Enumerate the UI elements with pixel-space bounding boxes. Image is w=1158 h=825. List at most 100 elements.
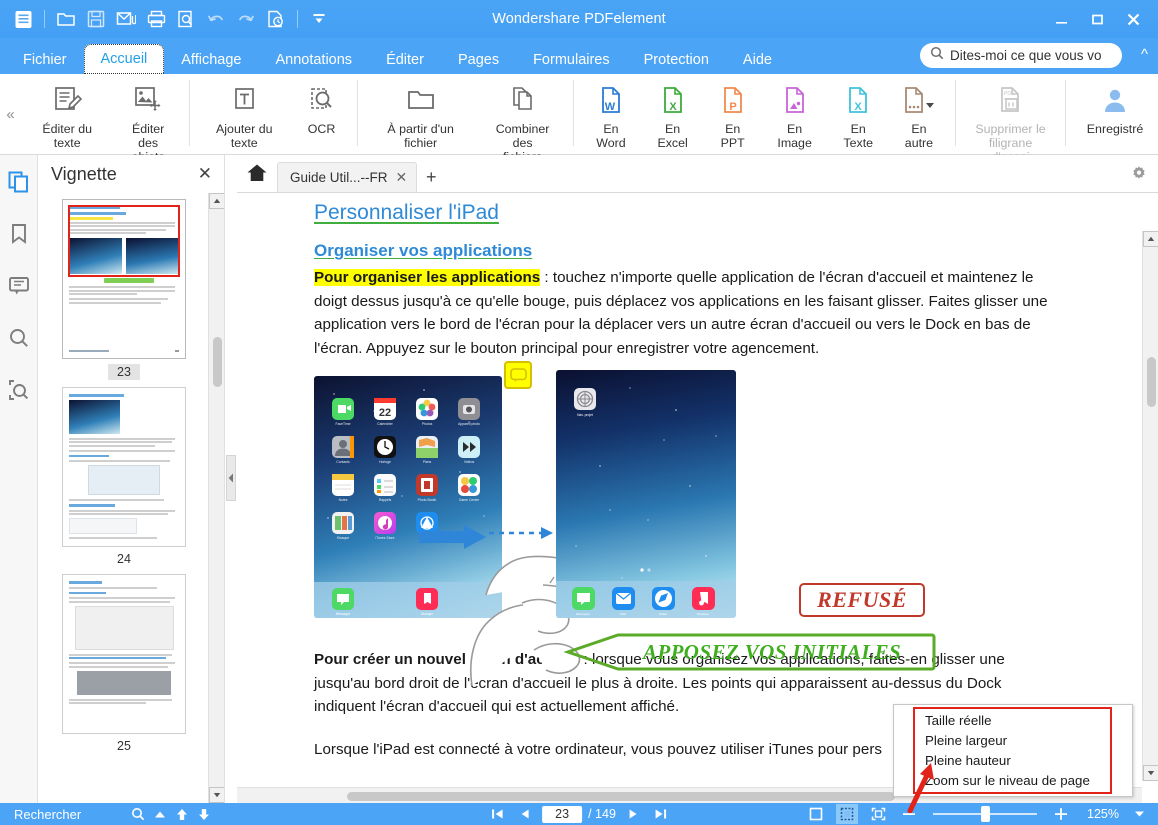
svg-text:Messages: Messages [336,612,351,616]
chevron-down-icon[interactable] [1128,803,1150,825]
stamp-initials[interactable]: APPOSEZ VOS INITIALES [564,633,936,671]
search-input[interactable] [950,48,1118,63]
thumbnail-page-23[interactable]: 23 [62,199,186,381]
ribbon-collapse-button[interactable]: ^ [1141,46,1148,63]
first-page-button[interactable] [486,803,508,825]
add-text-button[interactable]: Ajouter du texte [196,78,293,150]
tab-affichage[interactable]: Affichage [164,46,258,74]
context-menu-item-3[interactable]: Zoom sur le niveau de page [915,770,1110,790]
tab-accueil[interactable]: Accueil [83,44,165,74]
search-input[interactable]: Rechercher [14,807,81,822]
tab-formulaires[interactable]: Formulaires [516,46,627,74]
ribbon-collapse-left-button[interactable]: « [0,74,21,154]
arrow-down-icon[interactable] [193,803,215,825]
status-search-group: Rechercher [0,803,215,825]
drag-arrow [419,525,486,549]
thumbnail-page-24[interactable]: 24 [62,387,186,568]
zoom-in-button[interactable] [1050,803,1072,825]
thumbnail-preview[interactable] [62,199,186,359]
close-button[interactable] [1116,4,1150,34]
next-page-button[interactable] [622,803,644,825]
tab-fichier[interactable]: Fichier [6,46,84,74]
tab--diter[interactable]: Éditer [369,46,441,74]
edit-objects-button[interactable]: Éditer des objets [113,78,183,164]
tell-me-search[interactable] [920,43,1122,68]
tab-protection[interactable]: Protection [627,46,726,74]
scroll-down-button[interactable] [209,787,224,803]
zoom-slider-handle[interactable] [981,806,990,822]
document-menu-icon[interactable] [8,6,38,32]
email-attach-icon[interactable] [111,6,141,32]
to-other-button[interactable]: En autre [889,78,949,150]
gear-icon[interactable] [1130,165,1148,188]
remove-watermark-button[interactable]: PDF Supprimer le filigrane d'essai [962,78,1059,164]
document-tab[interactable]: Guide Util...--FR ✕ [277,162,418,192]
continuous-view-icon[interactable] [836,804,858,824]
thumbnail-preview[interactable] [62,387,186,547]
last-page-button[interactable] [650,803,672,825]
combine-files-button[interactable]: Combiner des fichiers [478,78,568,164]
to-image-button[interactable]: En Image [762,78,828,150]
maximize-button[interactable] [1080,4,1114,34]
open-folder-icon[interactable] [51,6,81,32]
current-page-input[interactable]: 23 [542,805,583,823]
doc-scrollbar-thumb[interactable] [1147,357,1156,407]
save-icon[interactable] [81,6,111,32]
add-text-icon [229,80,259,120]
thumbnail-number-wrap: 25 [62,737,186,755]
sidebar-item-thumbnails[interactable] [2,165,36,199]
to-ppt-button[interactable]: P En PPT [704,78,762,150]
sidebar-item-bookmarks[interactable] [2,217,36,251]
panel-collapse-handle[interactable] [226,455,236,501]
doc-scroll-down-button[interactable] [1143,765,1158,781]
to-text-button[interactable]: X En Texte [828,78,889,150]
account-button[interactable]: Enregistré [1072,78,1158,136]
arrow-up-icon[interactable] [171,803,193,825]
tab-aide[interactable]: Aide [726,46,789,74]
ribbon-group-account: Enregistré [1072,74,1158,155]
fit-page-icon[interactable] [867,804,889,824]
sticky-note-annotation[interactable] [504,361,532,389]
context-menu-item-0[interactable]: Taille réelle [915,710,1110,730]
scroll-up-button[interactable] [209,193,224,209]
context-menu-item-1[interactable]: Pleine largeur [915,730,1110,750]
thumbnail-panel-title: Vignette [51,163,117,184]
thumbnail-list[interactable]: 23 24 25 [39,193,209,803]
home-icon[interactable] [237,154,277,192]
caret-up-icon[interactable] [149,803,171,825]
doc-scroll-up-button[interactable] [1143,231,1158,247]
scrollbar-thumb[interactable] [213,337,222,387]
from-file-button[interactable]: À partir d'un fichier [364,78,478,150]
doc-hscrollbar-thumb[interactable] [347,792,895,801]
ribbon-divider-4 [954,80,956,146]
close-icon[interactable]: ✕ [396,169,408,186]
tab-pages[interactable]: Pages [441,46,516,74]
ocr-button[interactable]: OCR [293,78,351,136]
customize-qat-icon[interactable] [304,6,334,32]
thumbnail-preview[interactable] [62,574,186,734]
prev-page-button[interactable] [514,803,536,825]
thumbnail-scrollbar[interactable] [208,193,224,803]
thumbnail-page-25[interactable]: 25 [62,574,186,755]
new-tab-button[interactable]: + [417,162,445,192]
document-vertical-scrollbar[interactable] [1142,231,1158,781]
to-word-button[interactable]: W En Word [580,78,641,150]
close-icon[interactable]: ✕ [194,164,216,184]
sidebar-item-comments[interactable] [2,269,36,303]
recent-files-icon[interactable] [261,6,291,32]
stamp-refused[interactable]: REFUSÉ [799,583,925,617]
print-preview-icon[interactable] [171,6,201,32]
search-icon[interactable] [127,803,149,825]
minimize-button[interactable] [1044,4,1078,34]
context-menu-item-2[interactable]: Pleine hauteur [915,750,1110,770]
to-excel-button[interactable]: X En Excel [642,78,704,150]
sidebar-item-ocr[interactable] [2,373,36,407]
single-page-view-icon[interactable] [805,804,827,824]
print-icon[interactable] [141,6,171,32]
edit-text-button[interactable]: Éditer du texte [21,78,113,150]
sidebar-item-search[interactable] [2,321,36,355]
tab-annotations[interactable]: Annotations [258,46,369,74]
zoom-slider[interactable] [929,804,1041,824]
redo-icon[interactable] [231,6,261,32]
undo-icon[interactable] [201,6,231,32]
